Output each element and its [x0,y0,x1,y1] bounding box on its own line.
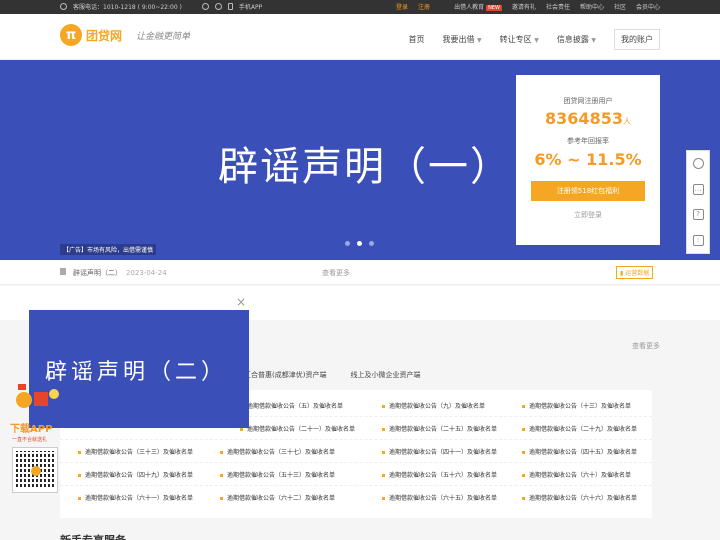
topbar-left: 客服电话：1010-1218 ( 9:00~22:00 ) 手机APP [60,2,262,11]
popup-title: 辟谣声明（二） [45,360,228,385]
member-center-link[interactable]: 会员中心 [636,2,660,11]
notice-text: 辟谣声明（二） [73,269,122,277]
weibo-icon[interactable] [214,3,222,10]
list-item[interactable]: 逾期借款催收公告（六十五）及催收名单 [382,493,497,502]
list-item[interactable]: 逾期借款催收公告（三十三）及催收名单 [78,447,193,456]
asset-tabs: 汇合普惠(成都津优)资产端 线上及小微企业资产端 [244,370,420,380]
slide-dots [345,241,374,246]
app-download-title: 下载APP [10,424,53,435]
list-item[interactable]: 逾期借款催收公告（六十二）及催收名单 [220,493,335,502]
chevron-down-icon: ▼ [591,37,596,44]
banner-title: 辟谣声明（一） [218,144,512,190]
chat-icon[interactable]: … [692,183,704,195]
app-download-subtitle: 一直不合就送礼 [12,437,48,443]
notice-bar: 辟谣声明（二） 2023-04-24 查看更多 ▮ 运营数据 [0,260,720,285]
signup-card: 团贷网注册用户 8364853人 参考年回报率 6% ~ 11.5% 注册领51… [516,75,660,245]
list-item[interactable]: 逾期借款催收公告（五十三）及催收名单 [220,470,335,479]
help-center-link[interactable]: 帮助中心 [580,2,604,11]
ops-data-label: 运营数据 [625,270,650,277]
new-badge: NEW [486,5,502,11]
notice-more-link[interactable]: 查看更多 [322,268,350,278]
list-item[interactable]: 逾期借款催收公告（十三）及催收名单 [522,401,631,410]
logo-mark: π [60,24,82,46]
slide-dot-active[interactable] [357,241,362,246]
list-item[interactable]: 逾期借款催收公告（二十一）及催收名单 [240,424,355,433]
social-responsibility-link[interactable]: 社会责任 [546,2,570,11]
lender-education-label: 出借人教育 [454,4,485,11]
nav-transfer[interactable]: 转让专区 ▼ [500,34,539,45]
qr-code [12,447,58,493]
lender-education-link[interactable]: 出借人教育 NEW [454,2,502,11]
list-item[interactable]: 逾期借款催收公告（四十一）及催收名单 [382,447,497,456]
site-logo[interactable]: π 团贷网 让金融更简单 [60,24,190,46]
ops-data-button[interactable]: ▮ 运营数据 [616,266,654,279]
nav-home[interactable]: 首页 [408,34,424,45]
notice-item[interactable]: 辟谣声明（二） 2023-04-24 [73,268,167,278]
nav-disclosure-label: 信息披露 [556,35,589,44]
lightbulb-icon[interactable] [692,158,704,170]
nav-disclosure[interactable]: 信息披露 ▼ [557,34,596,45]
tab-online-smb[interactable]: 线上及小微企业资产端 [350,370,420,380]
side-toolbar: … ? : [686,150,710,254]
list-item[interactable]: 逾期借款催收公告（三十七）及催收名单 [220,447,335,456]
ad-disclaimer: 【广告】市场有风险，出借需谨慎 [60,244,157,255]
mobile-app-link[interactable]: 手机APP [239,2,262,11]
users-count-row: 8364853人 [516,109,660,128]
top-utility-bar: 客服电话：1010-1218 ( 9:00~22:00 ) 手机APP 登录 注… [0,0,720,14]
rate-label: 参考年回报率 [567,137,609,145]
list-item[interactable]: 逾期借款催收公告（六十）及催收名单 [522,470,631,479]
wechat-icon[interactable] [201,3,209,10]
community-link[interactable]: 社区 [614,2,626,11]
slide-dot[interactable] [345,241,350,246]
list-item[interactable]: 逾期借款催收公告（六十一）及催收名单 [78,493,193,502]
speaker-icon [60,268,66,275]
gift-icon [16,384,59,408]
users-unit: 人 [622,117,631,126]
register-link[interactable]: 注册 [418,2,430,11]
topbar-right: 登录 注册 出借人教育 NEW 邀请有礼 社会责任 帮助中心 社区 会员中心 [396,2,660,11]
tab-huihe[interactable]: 汇合普惠(成都津优)资产端 [244,370,326,380]
rate-value: 6% ~ 11.5% [534,150,642,169]
phone-icon [227,3,233,10]
list-item[interactable]: 逾期借款催收公告（五十六）及催收名单 [382,470,497,479]
list-item[interactable]: 逾期借款催收公告（九）及催收名单 [382,401,485,410]
list-row: 逾期借款催收公告（三十三）及催收名单 逾期借款催收公告（三十七）及催收名单 逾期… [60,440,652,463]
invite-link[interactable]: 邀请有礼 [512,2,536,11]
headset-icon [60,3,67,10]
my-account-button[interactable]: 我的账户 [614,29,660,50]
main-nav: 首页 我要出借 ▼ 转让专区 ▼ 信息披露 ▼ 我的账户 [408,29,660,50]
section-title: 新手专享服务 [60,532,126,540]
list-item[interactable]: 逾期借款催收公告（二十五）及催收名单 [382,424,497,433]
list-row: 逾期借款催收公告（六十一）及催收名单 逾期借款催收公告（六十二）及催收名单 逾期… [60,486,652,509]
chevron-down-icon: ▼ [534,37,539,44]
close-icon[interactable]: × [236,295,246,309]
login-link[interactable]: 登录 [396,2,408,11]
help-icon[interactable]: ? [692,209,704,221]
list-item[interactable]: 逾期借款催收公告（六十六）及催收名单 [522,493,637,502]
list-item[interactable]: 逾期借款催收公告（二十九）及催收名单 [522,424,637,433]
logo-text: 团贷网 [86,28,123,43]
nav-invest[interactable]: 我要出借 ▼ [442,34,481,45]
notice-date: 2023-04-24 [126,269,167,277]
logo-slogan: 让金融更简单 [136,31,191,42]
hotline-text: 客服电话：1010-1218 ( 9:00~22:00 ) [73,4,182,11]
list-item[interactable]: 逾期借款催收公告（五）及催收名单 [240,401,343,410]
content-more-link[interactable]: 查看更多 [632,341,660,351]
nav-transfer-label: 转让专区 [499,35,532,44]
list-item[interactable]: 逾期借款催收公告（四十五）及催收名单 [522,447,637,456]
users-label: 团贷网注册用户 [563,97,613,105]
nav-invest-label: 我要出借 [442,35,475,44]
register-cta-button[interactable]: 注册领518红包福利 [531,181,645,201]
chevron-down-icon: ▼ [477,37,482,44]
login-link[interactable]: 立即登录 [516,210,660,220]
list-item[interactable]: 逾期借款催收公告（四十九）及催收名单 [78,470,193,479]
list-row: 逾期借款催收公告（四十九）及催收名单 逾期借款催收公告（五十三）及催收名单 逾期… [60,463,652,486]
calculator-icon[interactable]: : [692,234,704,246]
site-header: π 团贷网 让金融更简单 首页 我要出借 ▼ 转让专区 ▼ 信息披露 ▼ 我的账… [0,14,720,60]
app-download-float[interactable]: 下载APP 一直不合就送礼 [8,380,66,520]
slide-dot[interactable] [369,241,374,246]
qr-logo-icon [31,466,41,476]
chart-icon: ▮ [620,270,624,277]
users-count: 8364853 [545,109,623,128]
